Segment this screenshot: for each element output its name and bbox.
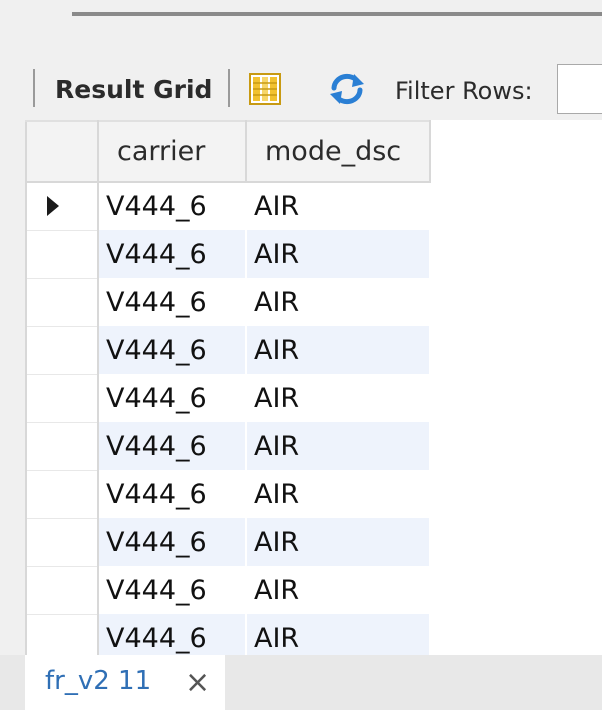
cell-carrier[interactable]: V444_6 — [98, 614, 247, 655]
result-toolbar: Result Grid Filter Rows: — [0, 55, 602, 120]
cell-mode-dsc[interactable]: AIR — [246, 614, 431, 655]
table-row[interactable]: V444_6 AIR — [25, 230, 431, 279]
result-tab[interactable]: fr_v2 11 × — [25, 655, 225, 710]
splitter-line[interactable] — [72, 12, 602, 16]
cell-carrier[interactable]: V444_6 — [98, 422, 247, 470]
result-grid: carrier mode_dsc V444_6 AIR V444_6 AIR V… — [0, 120, 602, 655]
row-indicator[interactable] — [25, 614, 99, 655]
refresh-icon[interactable] — [326, 72, 368, 106]
table-row[interactable]: V444_6 AIR — [25, 422, 431, 471]
row-indicator[interactable] — [25, 374, 99, 423]
cell-carrier[interactable]: V444_6 — [98, 182, 247, 230]
result-table: carrier mode_dsc V444_6 AIR V444_6 AIR V… — [25, 120, 431, 655]
cell-carrier[interactable]: V444_6 — [98, 278, 247, 326]
cell-mode-dsc[interactable]: AIR — [246, 182, 431, 230]
row-indicator[interactable] — [25, 230, 99, 279]
cell-mode-dsc[interactable]: AIR — [246, 470, 431, 518]
row-indicator[interactable] — [25, 518, 99, 567]
row-indicator[interactable] — [25, 326, 99, 375]
toolbar-separator — [228, 69, 230, 107]
table-row[interactable]: V444_6 AIR — [25, 566, 431, 615]
table-row[interactable]: V444_6 AIR — [25, 470, 431, 519]
cell-carrier[interactable]: V444_6 — [98, 470, 247, 518]
filter-rows-label: Filter Rows: — [395, 77, 533, 105]
result-tab-label[interactable]: fr_v2 11 — [45, 665, 151, 697]
table-row[interactable]: V444_6 AIR — [25, 374, 431, 423]
filter-rows-input[interactable] — [557, 64, 602, 114]
row-indicator[interactable] — [25, 470, 99, 519]
result-tab-bar: fr_v2 11 × — [0, 655, 602, 710]
column-header-carrier[interactable]: carrier — [98, 120, 247, 183]
row-indicator[interactable] — [25, 182, 99, 231]
cell-mode-dsc[interactable]: AIR — [246, 230, 431, 278]
toolbar-separator — [33, 69, 35, 107]
table-row[interactable]: V444_6 AIR — [25, 614, 431, 655]
grid-layout-icon[interactable] — [248, 72, 282, 106]
table-row[interactable]: V444_6 AIR — [25, 326, 431, 375]
close-icon[interactable]: × — [185, 665, 210, 701]
table-row[interactable]: V444_6 AIR — [25, 278, 431, 327]
header-row: carrier mode_dsc — [25, 120, 431, 183]
result-grid-button[interactable]: Result Grid — [55, 75, 212, 105]
cell-mode-dsc[interactable]: AIR — [246, 326, 431, 374]
cell-mode-dsc[interactable]: AIR — [246, 566, 431, 614]
cell-carrier[interactable]: V444_6 — [98, 518, 247, 566]
cell-carrier[interactable]: V444_6 — [98, 374, 247, 422]
corner-header-cell[interactable] — [25, 120, 99, 183]
column-header-mode-dsc[interactable]: mode_dsc — [246, 120, 431, 183]
cell-carrier[interactable]: V444_6 — [98, 566, 247, 614]
current-row-arrow-icon — [47, 196, 59, 216]
cell-carrier[interactable]: V444_6 — [98, 230, 247, 278]
top-splitter-area — [0, 0, 602, 55]
row-indicator[interactable] — [25, 422, 99, 471]
table-row[interactable]: V444_6 AIR — [25, 182, 431, 231]
cell-carrier[interactable]: V444_6 — [98, 326, 247, 374]
cell-mode-dsc[interactable]: AIR — [246, 422, 431, 470]
table-row[interactable]: V444_6 AIR — [25, 518, 431, 567]
cell-mode-dsc[interactable]: AIR — [246, 278, 431, 326]
grid-left-margin — [0, 120, 25, 655]
cell-mode-dsc[interactable]: AIR — [246, 518, 431, 566]
row-indicator[interactable] — [25, 278, 99, 327]
row-indicator[interactable] — [25, 566, 99, 615]
cell-mode-dsc[interactable]: AIR — [246, 374, 431, 422]
